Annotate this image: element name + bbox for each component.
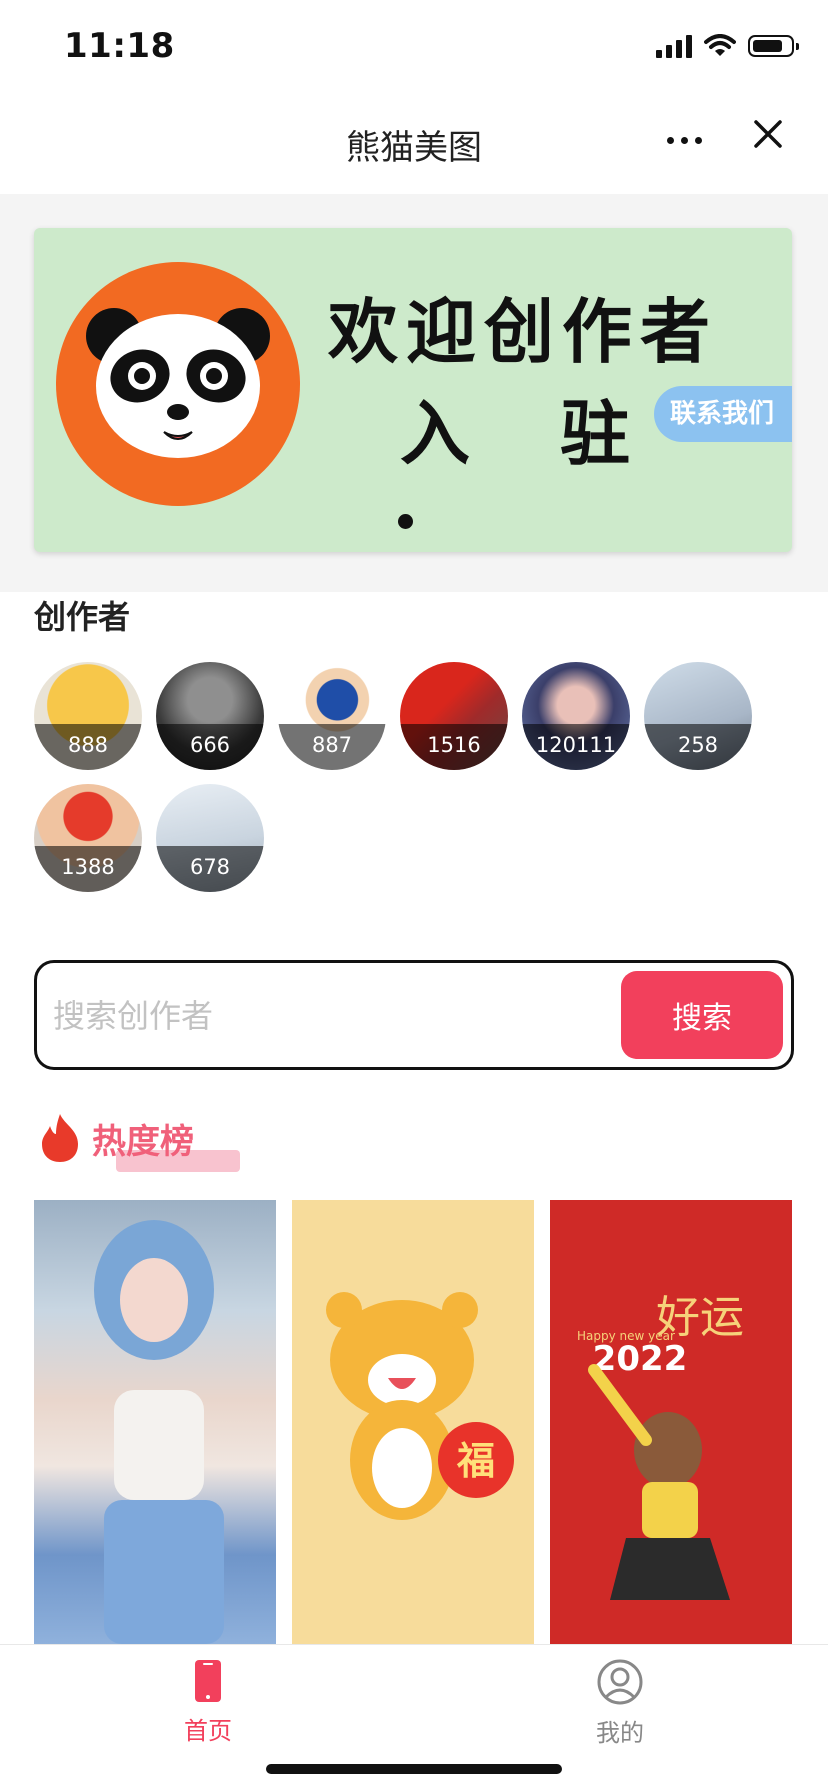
- tab-mine-label: 我的: [596, 1719, 644, 1747]
- status-icons: [656, 34, 799, 58]
- close-icon[interactable]: [748, 114, 788, 154]
- hot-image-card[interactable]: 好运 Happy new year 2022: [550, 1200, 792, 1644]
- creator-avatar[interactable]: 258: [644, 662, 752, 770]
- battery-icon: [748, 35, 799, 57]
- profile-icon: [597, 1659, 643, 1705]
- creator-count: 258: [644, 724, 752, 770]
- creator-avatar[interactable]: 888: [34, 662, 142, 770]
- creator-avatar[interactable]: 678: [156, 784, 264, 892]
- creator-avatar[interactable]: 1516: [400, 662, 508, 770]
- banner-slide[interactable]: 欢迎创作者 入驻 联系我们: [34, 228, 792, 552]
- more-menu-icon[interactable]: [660, 116, 708, 164]
- panda-face-icon: [86, 308, 270, 458]
- nav-bar: 熊猫美图: [0, 96, 828, 194]
- creator-avatar[interactable]: 887: [278, 662, 386, 770]
- new-year-illustration: 好运 Happy new year 2022: [577, 1292, 744, 1600]
- banner-carousel: 欢迎创作者 入驻 联系我们: [0, 194, 828, 592]
- search-button[interactable]: 搜索: [621, 971, 783, 1059]
- search-input[interactable]: [51, 985, 615, 1047]
- creator-count: 120111: [522, 724, 630, 770]
- creators-heading: 创作者: [34, 598, 131, 636]
- creator-avatar[interactable]: 1388: [34, 784, 142, 892]
- creator-count: 888: [34, 724, 142, 770]
- creator-count: 666: [156, 724, 264, 770]
- wifi-icon: [704, 34, 736, 56]
- tab-home-label: 首页: [184, 1717, 232, 1745]
- tab-mine[interactable]: 我的: [540, 1659, 700, 1748]
- status-bar: 11:18: [0, 0, 828, 96]
- search-bar: 搜索: [34, 960, 794, 1070]
- contact-us-button[interactable]: 联系我们: [654, 386, 792, 442]
- panda-logo: [56, 262, 300, 506]
- creator-avatar[interactable]: 120111: [522, 662, 630, 770]
- creator-count: 887: [278, 724, 386, 770]
- carousel-indicator[interactable]: [398, 514, 413, 529]
- hot-ranking-heading: 热度榜: [92, 1122, 194, 1162]
- creator-avatar[interactable]: 666: [156, 662, 264, 770]
- signal-icon: [656, 34, 692, 58]
- fu-character: 福: [456, 1439, 495, 1483]
- main-content: 欢迎创作者 入驻 联系我们 创作者 888 666 887 1516 12011…: [0, 194, 828, 1644]
- banner-headline: 欢迎创作者: [328, 291, 718, 373]
- phone-icon: [195, 1660, 221, 1702]
- hot-image-card[interactable]: 福: [292, 1200, 534, 1644]
- creator-count: 1388: [34, 846, 142, 892]
- creator-count: 678: [156, 846, 264, 892]
- status-time: 11:18: [64, 26, 175, 66]
- girl-photo: [94, 1220, 224, 1644]
- hot-image-card[interactable]: [34, 1200, 276, 1644]
- creator-count: 1516: [400, 724, 508, 770]
- tiger-illustration: 福: [326, 1292, 514, 1520]
- year-text: 2022: [593, 1339, 688, 1379]
- home-indicator: [266, 1764, 562, 1774]
- tab-home[interactable]: 首页: [128, 1659, 288, 1746]
- flame-icon: [42, 1114, 78, 1162]
